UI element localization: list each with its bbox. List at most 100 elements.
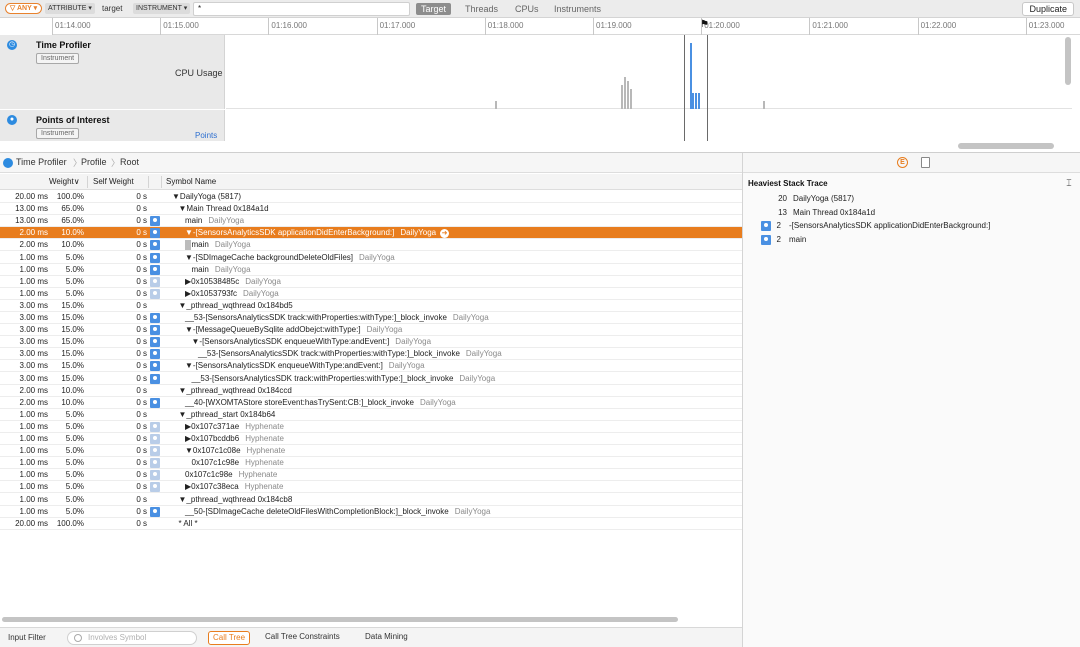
- track-vertical-scrollbar[interactable]: [1065, 37, 1071, 85]
- stack-frame[interactable]: 2 main: [743, 233, 1080, 247]
- weight-percent: 15.0%: [61, 337, 84, 347]
- table-row[interactable]: 1.00 ms 5.0% 0 s ▶0x1053793fc DailyYoga: [0, 288, 742, 300]
- table-row[interactable]: 1.00 ms 5.0% 0 s main DailyYoga: [0, 264, 742, 276]
- symbol-name: ▼_pthread_wqthread 0x184cb8: [178, 494, 293, 504]
- stack-frame[interactable]: 20 DailyYoga (5817): [743, 192, 1080, 206]
- table-row[interactable]: 1.00 ms 5.0% 0 s ▼0x107c1c08e Hyphenate: [0, 445, 742, 458]
- table-row[interactable]: 13.00 ms 65.0% 0 s ▼Main Thread 0x184a1d: [0, 203, 742, 216]
- call-tree-constraints-button[interactable]: Call Tree Constraints: [261, 631, 344, 645]
- weight-percent: 15.0%: [61, 349, 84, 359]
- symbol-name: ▼DailyYoga (5817): [172, 192, 241, 201]
- symbol-cell: main DailyYoga: [185, 215, 244, 227]
- weight-cell: 1.00 ms 5.0%: [0, 276, 84, 288]
- library-name: DailyYoga: [400, 228, 437, 238]
- table-row[interactable]: 1.00 ms 5.0% 0 s ▶0x107c371ae Hyphenate: [0, 421, 742, 433]
- symbol-cell: ▼Main Thread 0x184a1d: [179, 203, 269, 215]
- duplicate-button[interactable]: Duplicate: [1022, 2, 1074, 16]
- flag-icon[interactable]: ⚑: [700, 19, 709, 30]
- table-row[interactable]: 1.00 ms 5.0% 0 s ▶0x10538485c DailyYoga: [0, 276, 742, 288]
- points-lane[interactable]: [226, 110, 1072, 141]
- table-row[interactable]: 3.00 ms 15.0% 0 s ▼-[MessageQueueBySqlite a…: [0, 324, 742, 337]
- go-to-source-icon[interactable]: ➜: [440, 228, 450, 238]
- table-row[interactable]: 2.00 ms 10.0% 0 s main DailyYoga: [0, 239, 742, 252]
- weight-percent: 5.0%: [65, 494, 84, 504]
- table-row[interactable]: 1.00 ms 5.0% 0 s ▼-[SDImageCache background…: [0, 252, 742, 264]
- table-row[interactable]: 2.00 ms 10.0% 0 s ▼-[SensorsAnalyticsSDK ap…: [0, 227, 742, 240]
- instrument-token[interactable]: INSTRUMENT ▾: [133, 3, 191, 14]
- detail-footer: Input Filter Involves Symbol Call Tree C…: [0, 627, 742, 647]
- user-code-icon: [150, 421, 160, 432]
- table-row[interactable]: 1.00 ms 5.0% 0 s ▼_pthread_wqthread 0x184cb…: [0, 494, 742, 506]
- involves-symbol-field[interactable]: Involves Symbol: [67, 631, 197, 645]
- selection-start-line[interactable]: [684, 35, 685, 141]
- breadcrumb: Time Profiler 〉 Profile 〉 Root: [0, 153, 742, 173]
- symbol-cell: ▶0x1053793fc DailyYoga: [185, 288, 279, 300]
- poi-track-header[interactable]: ● Points of Interest Instrument Points: [0, 110, 225, 141]
- table-row[interactable]: 1.00 ms 5.0% 0 s ▶0x107c38eca Hyphenate: [0, 481, 742, 494]
- table-row[interactable]: 2.00 ms 10.0% 0 s ▼_pthread_wqthread 0x184c…: [0, 385, 742, 397]
- self-weight-cell: 0 s: [136, 313, 147, 322]
- table-row[interactable]: 20.00 ms 100.0% 0 s * All *: [0, 518, 742, 530]
- weight-percent: 15.0%: [61, 300, 84, 310]
- library-name: DailyYoga: [245, 276, 281, 286]
- weight-ms: 1.00 ms: [19, 252, 48, 262]
- self-weight-cell: 0 s: [136, 349, 147, 359]
- table-row[interactable]: 1.00 ms 5.0% 0 s ▶0x107bcddb6 Hyphenate: [0, 433, 742, 445]
- attribute-value[interactable]: target: [102, 3, 122, 14]
- table-row[interactable]: 1.00 ms 5.0% 0 s ▼_pthread_start 0x184b64: [0, 409, 742, 421]
- weight-cell: 3.00 ms 15.0%: [0, 373, 84, 385]
- table-row[interactable]: 3.00 ms 15.0% 0 s ▼_pthread_wqthread 0x184b…: [0, 300, 742, 312]
- cpu-usage-lane[interactable]: [226, 35, 1072, 109]
- user-code-icon: [761, 234, 771, 245]
- selection-end-line[interactable]: [707, 35, 708, 141]
- breadcrumb-root[interactable]: Root: [120, 157, 139, 167]
- table-row[interactable]: 2.00 ms 10.0% 0 s __40-[WXOMTAStore storeEv…: [0, 397, 742, 409]
- table-row[interactable]: 3.00 ms 15.0% 0 s __53-[SensorsAnalyticsSDK…: [0, 312, 742, 324]
- weight-ms: 2.00 ms: [19, 385, 48, 395]
- table-row[interactable]: 3.00 ms 15.0% 0 s ▼-[SensorsAnalyticsSDK en…: [0, 336, 742, 349]
- attribute-token[interactable]: ATTRIBUTE ▾: [45, 3, 95, 14]
- timeline-horizontal-scrollbar[interactable]: [958, 143, 1054, 149]
- symbol-cell: __40-[WXOMTAStore storeEvent:hasTrySent:…: [185, 397, 456, 409]
- symbol-name: 0x107c1c98e: [191, 458, 240, 468]
- time-ruler[interactable]: 01:14.000 01:15.000 01:16.000 01:17.000 01:1…: [0, 18, 1080, 35]
- scope-target-button[interactable]: Target: [416, 3, 452, 15]
- breadcrumb-time-profiler[interactable]: Time Profiler: [16, 157, 67, 167]
- stack-frame[interactable]: 13 Main Thread 0x184a1d: [743, 206, 1080, 220]
- cpu-bar: [495, 101, 497, 109]
- breadcrumb-profile[interactable]: Profile: [81, 157, 107, 167]
- document-icon[interactable]: [921, 157, 930, 168]
- table-row[interactable]: 1.00 ms 5.0% 0 s 0x107c1c98e Hyphenate: [0, 469, 742, 482]
- symbol-name-column-header[interactable]: Symbol Name: [166, 177, 216, 186]
- symbol-name: ▼Main Thread 0x184a1d: [178, 204, 269, 214]
- table-row[interactable]: 3.00 ms 15.0% 0 s __53-[SensorsAnalyticsSDK…: [0, 348, 742, 361]
- stack-frame[interactable]: 2 -[SensorsAnalyticsSDK applicationDidEnt…: [743, 219, 1080, 233]
- user-code-icon: [150, 228, 160, 239]
- table-row[interactable]: 20.00 ms 100.0% 0 s ▼DailyYoga (5817): [0, 191, 742, 203]
- scope-cpus-button[interactable]: CPUs: [510, 3, 544, 15]
- call-tree-horizontal-scrollbar[interactable]: [2, 617, 678, 622]
- filter-search-field[interactable]: *: [193, 2, 410, 16]
- table-row[interactable]: 1.00 ms 5.0% 0 s 0x107c1c98e Hyphenate: [0, 457, 742, 470]
- table-row[interactable]: 1.00 ms 5.0% 0 s __50-[SDImageCache deleteO…: [0, 506, 742, 518]
- cpu-bar: [624, 77, 626, 109]
- time-profiler-track-header[interactable]: ◷ Time Profiler Instrument CPU Usage: [0, 35, 225, 109]
- weight-percent: 100.0%: [56, 192, 84, 201]
- input-filter-label[interactable]: Input Filter: [8, 633, 46, 642]
- scope-threads-button[interactable]: Threads: [460, 3, 503, 15]
- weight-column-header[interactable]: Weight∨: [49, 177, 80, 186]
- symbol-name: ▶0x10538485c: [185, 276, 240, 286]
- any-filter-pill[interactable]: ▽ ANY ▾: [5, 3, 42, 14]
- self-weight-cell: 0 s: [136, 518, 147, 528]
- self-weight-column-header[interactable]: Self Weight: [93, 177, 134, 186]
- weight-cell: 1.00 ms 5.0%: [0, 494, 84, 506]
- table-row[interactable]: 3.00 ms 15.0% 0 s ▼-[SensorsAnalyticsSDK en…: [0, 360, 742, 373]
- data-mining-button[interactable]: Data Mining: [361, 631, 412, 645]
- weight-ms: 1.00 ms: [19, 458, 48, 468]
- scope-instruments-button[interactable]: Instruments: [549, 3, 606, 15]
- extended-detail-icon[interactable]: E: [897, 157, 908, 168]
- table-row[interactable]: 13.00 ms 65.0% 0 s main DailyYoga: [0, 215, 742, 228]
- call-tree-button[interactable]: Call Tree: [208, 631, 251, 645]
- table-row[interactable]: 3.00 ms 15.0% 0 s __53-[SensorsAnalyticsSDK…: [0, 373, 742, 385]
- stack-options-icon[interactable]: ⌶: [1064, 178, 1074, 188]
